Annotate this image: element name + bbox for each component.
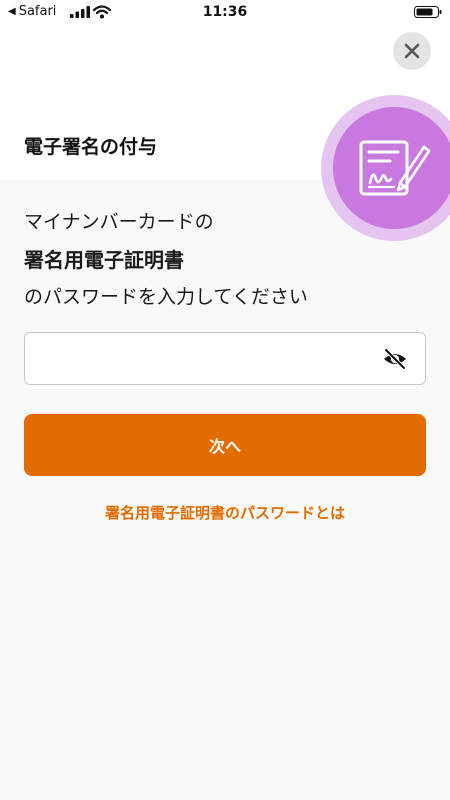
close-button[interactable]	[393, 32, 431, 70]
battery-icon	[414, 6, 442, 18]
password-input[interactable]	[37, 333, 377, 384]
password-help-link[interactable]: 署名用電子証明書のパスワードとは	[0, 502, 450, 523]
prompt-line-card: マイナンバーカードの	[24, 211, 214, 233]
prompt-line-certificate: 署名用電子証明書	[24, 248, 184, 272]
password-field	[24, 332, 426, 385]
prompt-line-instruction: のパスワードを入力してください	[24, 286, 308, 308]
status-time: 11:36	[202, 4, 248, 20]
next-button[interactable]: 次へ	[24, 414, 426, 476]
close-icon	[404, 43, 420, 59]
signature-document-icon	[359, 140, 431, 196]
status-bar: ◀ Safari 11:36	[0, 0, 450, 24]
eye-slash-icon[interactable]	[382, 346, 408, 372]
page-title: 電子署名の付与	[24, 136, 158, 158]
